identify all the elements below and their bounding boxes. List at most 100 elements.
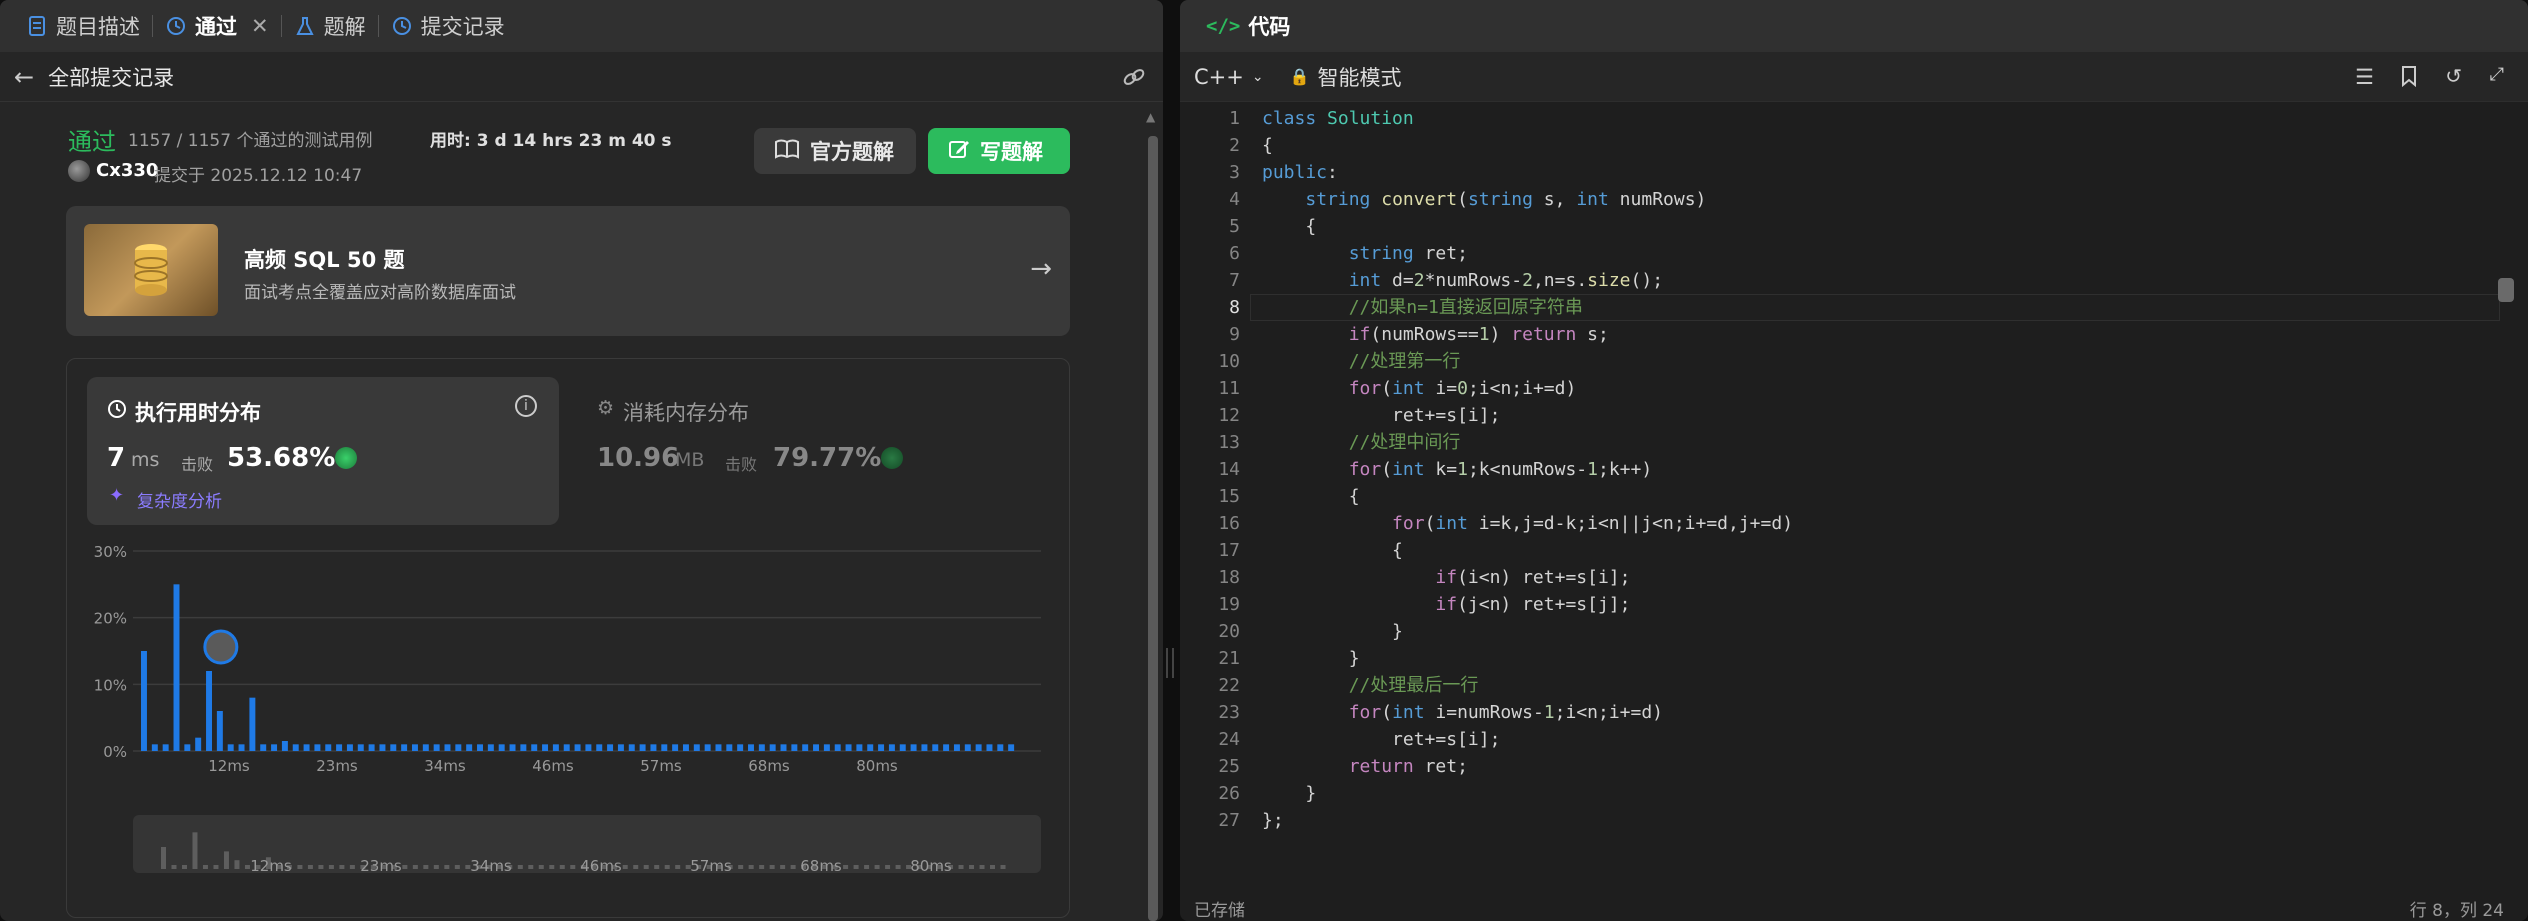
language-select[interactable]: C++ ⌄ (1194, 65, 1264, 89)
runtime-bar[interactable] (379, 744, 386, 751)
runtime-bar[interactable] (845, 744, 852, 751)
runtime-bar[interactable] (271, 744, 278, 751)
runtime-bar[interactable] (466, 744, 473, 751)
runtime-bar[interactable] (433, 744, 440, 751)
runtime-bar[interactable] (617, 744, 624, 751)
code-line[interactable]: ret+=s[i]; (1262, 402, 1793, 429)
runtime-bar[interactable] (509, 744, 516, 751)
runtime-bar[interactable] (748, 744, 754, 751)
code-line[interactable]: //处理中间行 (1262, 429, 1793, 456)
runtime-bar[interactable] (411, 744, 418, 751)
link-icon[interactable] (1121, 64, 1147, 95)
runtime-bar[interactable] (813, 744, 820, 751)
sql-study-banner[interactable]: 高频 SQL 50 题 面试考点全覆盖应对高阶数据库面试 → (66, 206, 1070, 336)
runtime-bar[interactable] (552, 744, 559, 751)
runtime-bar[interactable] (281, 741, 288, 751)
code-line[interactable]: if(i<n) ret+=s[i]; (1262, 564, 1793, 591)
runtime-bar[interactable] (249, 697, 256, 751)
code-line[interactable]: ret+=s[i]; (1262, 726, 1793, 753)
runtime-bar[interactable] (520, 744, 527, 751)
runtime-bar[interactable] (650, 744, 657, 751)
runtime-bar[interactable] (195, 737, 202, 751)
memory-panel[interactable]: ⚙ 消耗内存分布 10.96 MB 击败 79.77% (579, 377, 1049, 525)
runtime-bar[interactable] (715, 744, 722, 751)
runtime-bar[interactable] (206, 671, 212, 751)
runtime-bar[interactable] (357, 744, 364, 751)
runtime-bar[interactable] (477, 744, 483, 751)
runtime-bar[interactable] (899, 744, 906, 751)
code-line[interactable]: string convert(string s, int numRows) (1262, 186, 1793, 213)
runtime-bar[interactable] (531, 744, 538, 751)
runtime-bar[interactable] (834, 744, 841, 751)
runtime-bar[interactable] (867, 744, 874, 751)
runtime-bar[interactable] (682, 744, 689, 751)
runtime-bar[interactable] (628, 744, 635, 751)
runtime-bar[interactable] (498, 744, 505, 751)
runtime-bar[interactable] (1008, 744, 1015, 751)
runtime-bar[interactable] (791, 744, 798, 751)
tab-solutions[interactable]: 题解 (282, 0, 378, 52)
runtime-bar[interactable] (910, 744, 917, 751)
runtime-bar[interactable] (151, 744, 158, 751)
tab-accepted[interactable]: 通过 ✕ (153, 0, 281, 52)
code-line[interactable]: for(int i=numRows-1;i<n;i+=d) (1262, 699, 1793, 726)
code-area[interactable]: class Solution { public: string convert(st… (1262, 105, 1793, 834)
code-line[interactable]: public: (1262, 159, 1793, 186)
code-scrollbar-marker[interactable] (2498, 278, 2514, 302)
runtime-bar[interactable] (227, 744, 234, 751)
runtime-bar[interactable] (953, 744, 960, 751)
left-scrollbar-thumb[interactable] (1148, 136, 1158, 921)
runtime-bar[interactable] (878, 744, 885, 751)
bookmark-icon[interactable] (2400, 65, 2418, 92)
runtime-bar[interactable] (823, 744, 830, 751)
runtime-bar[interactable] (184, 744, 191, 751)
official-solution-button[interactable]: 官方题解 (754, 128, 916, 174)
runtime-bar[interactable] (856, 744, 863, 751)
runtime-bar[interactable] (932, 744, 939, 751)
back-arrow-icon[interactable]: ← (14, 63, 34, 91)
runtime-bar[interactable] (444, 744, 451, 751)
code-line[interactable]: class Solution (1262, 105, 1793, 132)
code-line[interactable]: } (1262, 618, 1793, 645)
code-line[interactable]: if(numRows==1) return s; (1262, 321, 1793, 348)
code-line[interactable]: { (1262, 537, 1793, 564)
runtime-bar[interactable] (726, 744, 733, 751)
tab-code[interactable]: </> 代码 (1194, 0, 1302, 52)
runtime-bar[interactable] (162, 744, 169, 751)
code-line[interactable]: }; (1262, 807, 1793, 834)
runtime-bar[interactable] (574, 744, 581, 751)
runtime-bar[interactable] (769, 744, 776, 751)
pane-splitter[interactable] (1166, 648, 1174, 678)
runtime-bar[interactable] (216, 711, 223, 751)
runtime-bar[interactable] (368, 744, 375, 751)
scroll-up-arrow[interactable]: ▲ (1146, 110, 1155, 124)
runtime-bar[interactable] (737, 744, 744, 751)
runtime-bar[interactable] (260, 744, 267, 751)
write-solution-button[interactable]: 写题解 (928, 128, 1070, 174)
runtime-bar[interactable] (758, 744, 765, 751)
code-line[interactable]: { (1262, 213, 1793, 240)
code-line[interactable]: for(int k=1;k<numRows-1;k++) (1262, 456, 1793, 483)
code-line[interactable]: return ret; (1262, 753, 1793, 780)
runtime-bar[interactable] (346, 744, 353, 751)
code-line[interactable]: //处理最后一行 (1262, 672, 1793, 699)
runtime-bar[interactable] (661, 744, 668, 751)
runtime-bar[interactable] (921, 744, 928, 751)
code-line[interactable]: } (1262, 780, 1793, 807)
runtime-bar[interactable] (542, 744, 549, 751)
runtime-bar[interactable] (986, 744, 993, 751)
tab-submissions[interactable]: 提交记录 (379, 0, 517, 52)
all-submissions-link[interactable]: 全部提交记录 (48, 62, 174, 92)
runtime-bar[interactable] (141, 651, 147, 751)
code-line[interactable]: //处理第一行 (1262, 348, 1793, 375)
runtime-bar[interactable] (693, 744, 700, 751)
runtime-bar[interactable] (487, 744, 494, 751)
expand-icon[interactable]: ⤢ (2490, 64, 2504, 85)
runtime-bar[interactable] (325, 744, 332, 751)
runtime-bar[interactable] (455, 744, 462, 751)
complexity-analysis-link[interactable]: 复杂度分析 (137, 487, 222, 512)
code-line[interactable]: int d=2*numRows-2,n=s.size(); (1262, 267, 1793, 294)
runtime-bar[interactable] (585, 744, 592, 751)
runtime-bar[interactable] (596, 744, 603, 751)
code-line[interactable]: //如果n=1直接返回原字符串 (1262, 294, 1793, 321)
